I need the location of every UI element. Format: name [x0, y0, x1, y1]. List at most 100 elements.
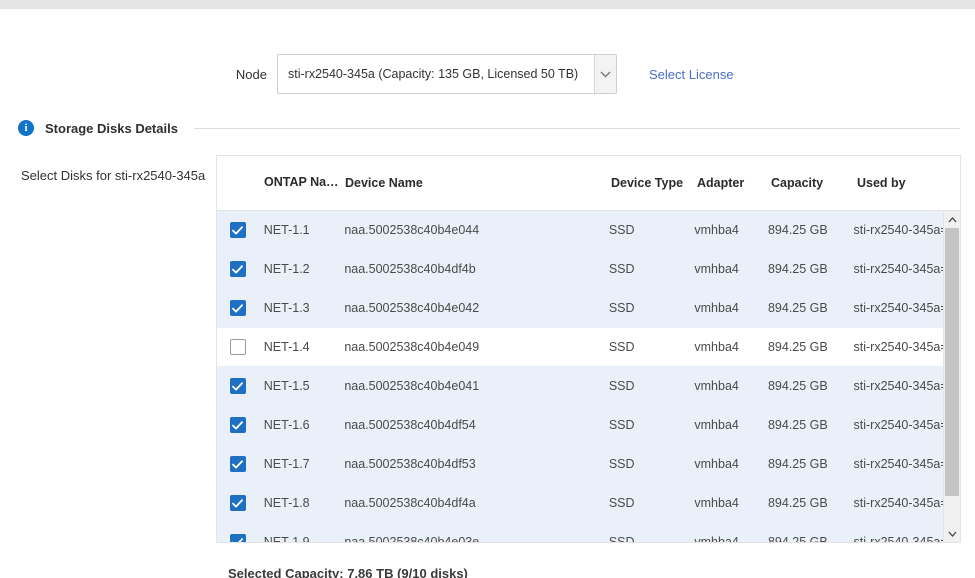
cell-device-type: SSD [609, 457, 695, 471]
cell-used-by: sti-rx2540-345a=… [854, 223, 944, 237]
cell-ontap-name: NET-1.6 [259, 418, 345, 432]
cell-ontap-name: NET-1.2 [259, 262, 345, 276]
cell-used-by: sti-rx2540-345a=… [854, 379, 944, 393]
selected-capacity-summary: Selected Capacity: 7.86 TB (9/10 disks) [228, 566, 468, 578]
cell-ontap-name: NET-1.4 [259, 340, 345, 354]
node-label: Node [0, 67, 277, 82]
cell-device-type: SSD [609, 496, 695, 510]
row-checkbox[interactable] [230, 339, 246, 355]
row-checkbox-cell[interactable] [217, 417, 259, 433]
cell-used-by: sti-rx2540-345a=… [854, 535, 944, 542]
cell-device-name: naa.5002538c40b4e042 [344, 301, 609, 315]
node-selector-row: Node sti-rx2540-345a (Capacity: 135 GB, … [0, 53, 975, 95]
table-row[interactable]: NET-1.7naa.5002538c40b4df53SSDvmhba4894.… [217, 445, 943, 484]
vertical-scrollbar[interactable] [943, 211, 960, 542]
table-row[interactable]: NET-1.5naa.5002538c40b4e041SSDvmhba4894.… [217, 367, 943, 406]
cell-capacity: 894.25 GB [768, 262, 854, 276]
cell-device-name: naa.5002538c40b4df54 [344, 418, 609, 432]
table-row[interactable]: NET-1.6naa.5002538c40b4df54SSDvmhba4894.… [217, 406, 943, 445]
row-checkbox-cell[interactable] [217, 300, 259, 316]
cell-used-by: sti-rx2540-345a=… [854, 301, 944, 315]
cell-adapter: vmhba4 [694, 340, 768, 354]
info-icon: i [18, 120, 34, 136]
row-checkbox[interactable] [230, 534, 246, 542]
cell-device-name: naa.5002538c40b4df4a [344, 496, 609, 510]
table-header-row: ONTAP Na… Device Name Device Type Adapte… [217, 156, 960, 211]
cell-adapter: vmhba4 [694, 535, 768, 542]
column-header-used-by[interactable]: Used by [857, 176, 947, 190]
row-checkbox[interactable] [230, 261, 246, 277]
select-license-link[interactable]: Select License [649, 67, 734, 82]
storage-disks-page: Node sti-rx2540-345a (Capacity: 135 GB, … [0, 0, 975, 578]
table-row[interactable]: NET-1.4naa.5002538c40b4e049SSDvmhba4894.… [217, 328, 943, 367]
cell-capacity: 894.25 GB [768, 379, 854, 393]
cell-used-by: sti-rx2540-345a=… [854, 340, 944, 354]
section-title: Storage Disks Details [45, 121, 178, 136]
column-header-adapter[interactable]: Adapter [697, 176, 771, 190]
table-row[interactable]: NET-1.8naa.5002538c40b4df4aSSDvmhba4894.… [217, 484, 943, 523]
node-select[interactable]: sti-rx2540-345a (Capacity: 135 GB, Licen… [277, 54, 617, 94]
row-checkbox-cell[interactable] [217, 378, 259, 394]
table-row[interactable]: NET-1.1naa.5002538c40b4e044SSDvmhba4894.… [217, 211, 943, 250]
row-checkbox[interactable] [230, 378, 246, 394]
cell-adapter: vmhba4 [694, 457, 768, 471]
cell-capacity: 894.25 GB [768, 223, 854, 237]
cell-used-by: sti-rx2540-345a=… [854, 457, 944, 471]
node-select-value: sti-rx2540-345a (Capacity: 135 GB, Licen… [278, 67, 594, 81]
cell-capacity: 894.25 GB [768, 496, 854, 510]
cell-used-by: sti-rx2540-345a=… [854, 262, 944, 276]
section-divider [194, 128, 960, 129]
cell-capacity: 894.25 GB [768, 340, 854, 354]
chevron-down-icon[interactable] [594, 55, 616, 93]
scrollbar-track[interactable] [944, 228, 961, 525]
row-checkbox[interactable] [230, 456, 246, 472]
column-header-device-name[interactable]: Device Name [345, 176, 611, 190]
cell-device-name: naa.5002538c40b4e049 [344, 340, 609, 354]
cell-adapter: vmhba4 [694, 223, 768, 237]
cell-adapter: vmhba4 [694, 301, 768, 315]
row-checkbox[interactable] [230, 300, 246, 316]
row-checkbox-cell[interactable] [217, 495, 259, 511]
cell-device-name: naa.5002538c40b4e044 [344, 223, 609, 237]
cell-ontap-name: NET-1.1 [259, 223, 345, 237]
cell-capacity: 894.25 GB [768, 457, 854, 471]
scroll-up-arrow-icon[interactable] [944, 211, 961, 228]
row-checkbox-cell[interactable] [217, 339, 259, 355]
cell-used-by: sti-rx2540-345a=… [854, 496, 944, 510]
cell-device-type: SSD [609, 535, 695, 542]
table-body: NET-1.1naa.5002538c40b4e044SSDvmhba4894.… [217, 211, 943, 542]
cell-device-type: SSD [609, 379, 695, 393]
cell-device-type: SSD [609, 301, 695, 315]
table-row[interactable]: NET-1.9naa.5002538c40b4e03eSSDvmhba4894.… [217, 523, 943, 542]
storage-disks-details-header: i Storage Disks Details [0, 117, 975, 139]
row-checkbox-cell[interactable] [217, 222, 259, 238]
cell-device-name: naa.5002538c40b4e03e [344, 535, 609, 542]
column-header-device-type[interactable]: Device Type [611, 176, 697, 190]
cell-ontap-name: NET-1.7 [259, 457, 345, 471]
cell-ontap-name: NET-1.9 [259, 535, 345, 542]
cell-ontap-name: NET-1.3 [259, 301, 345, 315]
cell-device-type: SSD [609, 340, 695, 354]
table-row[interactable]: NET-1.2naa.5002538c40b4df4bSSDvmhba4894.… [217, 250, 943, 289]
select-disks-label: Select Disks for sti-rx2540-345a [21, 168, 205, 183]
scrollbar-thumb[interactable] [945, 228, 959, 496]
cell-adapter: vmhba4 [694, 379, 768, 393]
cell-ontap-name: NET-1.8 [259, 496, 345, 510]
cell-ontap-name: NET-1.5 [259, 379, 345, 393]
cell-used-by: sti-rx2540-345a=… [854, 418, 944, 432]
row-checkbox[interactable] [230, 417, 246, 433]
cell-device-type: SSD [609, 223, 695, 237]
scroll-down-arrow-icon[interactable] [944, 525, 961, 542]
column-header-capacity[interactable]: Capacity [771, 176, 857, 190]
cell-adapter: vmhba4 [694, 418, 768, 432]
row-checkbox[interactable] [230, 495, 246, 511]
row-checkbox-cell[interactable] [217, 261, 259, 277]
row-checkbox[interactable] [230, 222, 246, 238]
cell-capacity: 894.25 GB [768, 418, 854, 432]
cell-device-name: naa.5002538c40b4df4b [344, 262, 609, 276]
storage-disks-table: ONTAP Na… Device Name Device Type Adapte… [216, 155, 961, 543]
table-row[interactable]: NET-1.3naa.5002538c40b4e042SSDvmhba4894.… [217, 289, 943, 328]
row-checkbox-cell[interactable] [217, 456, 259, 472]
column-header-ontap-name[interactable]: ONTAP Na… [259, 175, 345, 192]
row-checkbox-cell[interactable] [217, 534, 259, 542]
